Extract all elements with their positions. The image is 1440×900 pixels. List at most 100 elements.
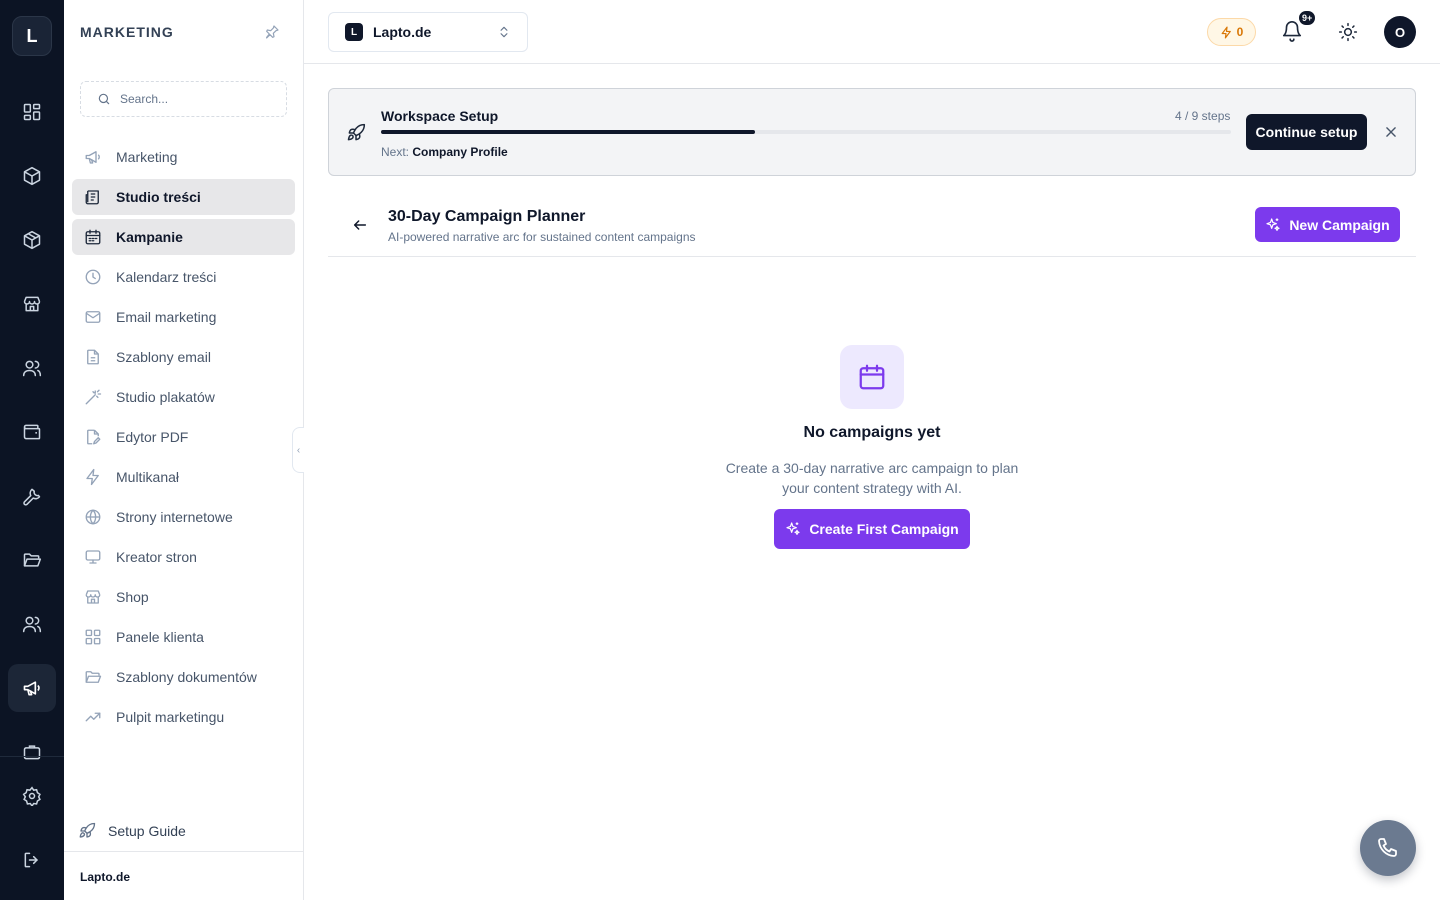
workspace-setup-banner: Workspace Setup 4 / 9 steps Next: Compan… (328, 88, 1416, 176)
logout-icon[interactable] (8, 836, 56, 884)
sidebar-item-multikanal[interactable]: Multikanał (72, 459, 295, 495)
sidebar-item-label: Pulpit marketingu (116, 709, 225, 725)
setup-next-prefix: Next: (381, 145, 410, 159)
sidebar-item-label: Marketing (116, 149, 178, 165)
zap-icon (1221, 25, 1231, 39)
megaphone-icon (85, 151, 100, 164)
create-first-campaign-label: Create First Campaign (809, 521, 959, 537)
notifications-badge: 9+ (1297, 9, 1318, 27)
setup-guide-link[interactable]: Setup Guide (78, 822, 186, 840)
page-title: 30-Day Campaign Planner (388, 208, 586, 225)
rocket-icon (346, 123, 366, 143)
globe-icon (85, 509, 101, 525)
calendar-icon (840, 345, 904, 409)
sidebar-item-kreator-stron[interactable]: Kreator stron (72, 539, 295, 575)
sidebar-item-kampanie[interactable]: Kampanie (72, 219, 295, 255)
sidebar-item-pulpit-marketingu[interactable]: Pulpit marketingu (72, 699, 295, 735)
wallet-icon[interactable] (8, 408, 56, 456)
zap-icon (86, 468, 99, 486)
new-campaign-label: New Campaign (1289, 216, 1390, 233)
sidebar-item-email-marketing[interactable]: Email marketing (72, 299, 295, 335)
setup-steps-count: 4 / 9 steps (1175, 109, 1231, 123)
sidebar-item-edytor-pdf[interactable]: Edytor PDF (72, 419, 295, 455)
wrench-icon[interactable] (8, 472, 56, 520)
setup-next-name: Company Profile (412, 145, 508, 159)
arrow-left-icon[interactable] (352, 217, 368, 233)
folder-icon[interactable] (8, 536, 56, 584)
new-campaign-button[interactable]: New Campaign (1255, 207, 1400, 242)
setup-next-step: Next: Company Profile (381, 145, 508, 159)
grid-icon[interactable] (8, 88, 56, 136)
mail-icon (85, 311, 101, 323)
sidebar-item-label: Edytor PDF (116, 429, 189, 445)
sidebar-item-label: Shop (116, 589, 149, 605)
empty-state-title: No campaigns yet (803, 424, 941, 441)
setup-progress-fill (381, 130, 755, 134)
grid-icon (85, 629, 101, 645)
sun-icon[interactable] (1338, 22, 1358, 42)
package-icon[interactable] (8, 216, 56, 264)
setup-title: Workspace Setup (381, 108, 499, 124)
sidebar-item-label: Studio treści (116, 189, 201, 205)
sidebar-item-label: Kampanie (116, 229, 183, 245)
page-subtitle: AI-powered narrative arc for sustained c… (388, 230, 696, 244)
file-edit-icon (87, 429, 101, 445)
sidebar-item-label: Email marketing (116, 309, 217, 325)
sidebar-item-panele-klienta[interactable]: Panele klienta (72, 619, 295, 655)
megaphone-icon[interactable] (8, 664, 56, 712)
file-text-icon (87, 349, 99, 365)
search-placeholder: Search... (120, 92, 169, 106)
top-bar: L Lapto.de 0 9+ O (304, 0, 1440, 64)
briefcase-icon[interactable] (8, 728, 56, 776)
workspace-selector[interactable]: L Lapto.de (328, 12, 528, 52)
sidebar-item-label: Strony internetowe (116, 509, 233, 525)
chevron-up-down-icon (500, 26, 508, 38)
clock-icon (85, 269, 101, 285)
sidebar-item-marketing[interactable]: Marketing (72, 139, 295, 175)
app-logo[interactable]: L (12, 16, 52, 56)
create-first-campaign-button[interactable]: Create First Campaign (774, 509, 970, 549)
users-icon[interactable] (8, 344, 56, 392)
pin-icon[interactable] (264, 24, 280, 40)
page-header: 30-Day Campaign Planner AI-powered narra… (328, 196, 1416, 257)
store-icon[interactable] (8, 280, 56, 328)
sidebar-collapse-handle[interactable]: ‹ (292, 427, 304, 473)
credits-badge[interactable]: 0 (1207, 18, 1256, 46)
setup-guide-label: Setup Guide (108, 823, 186, 839)
sidebar-item-label: Kalendarz treści (116, 269, 217, 285)
sidebar: MARKETING Search... Marketing Studio tre… (64, 0, 304, 900)
sidebar-nav: Marketing Studio treści Kampanie Kalenda… (72, 139, 295, 739)
search-input[interactable]: Search... (80, 81, 287, 117)
monitor-icon (85, 550, 101, 564)
team-icon[interactable] (8, 600, 56, 648)
avatar[interactable]: O (1384, 16, 1416, 48)
box-icon[interactable] (8, 152, 56, 200)
sidebar-item-studio-tresci[interactable]: Studio treści (72, 179, 295, 215)
rocket-icon (79, 822, 96, 838)
sparkles-icon (786, 522, 800, 535)
wand-icon (85, 389, 102, 405)
rail-divider (0, 756, 64, 757)
sidebar-item-label: Multikanał (116, 469, 180, 485)
search-icon (98, 93, 110, 105)
trending-up-icon (85, 712, 101, 722)
sidebar-item-szablony-email[interactable]: Szablony email (72, 339, 295, 375)
setup-progress-bar (381, 130, 1231, 134)
sidebar-item-label: Kreator stron (116, 549, 197, 565)
sidebar-item-studio-plakatow[interactable]: Studio plakatów (72, 379, 295, 415)
sidebar-item-shop[interactable]: Shop (72, 579, 295, 615)
sidebar-item-strony-internetowe[interactable]: Strony internetowe (72, 499, 295, 535)
workspace-name: Lapto.de (373, 24, 432, 40)
sidebar-item-label: Studio plakatów (116, 389, 215, 405)
continue-setup-button[interactable]: Continue setup (1246, 114, 1367, 150)
sidebar-item-szablony-dokumentow[interactable]: Szablony dokumentów (72, 659, 295, 695)
calendar-icon (85, 229, 101, 245)
sidebar-item-label: Szablony dokumentów (116, 669, 257, 685)
close-icon[interactable] (1384, 125, 1398, 139)
sidebar-heading: MARKETING (80, 24, 174, 40)
sidebar-item-kalendarz[interactable]: Kalendarz treści (72, 259, 295, 295)
phone-icon[interactable] (1360, 820, 1416, 876)
workspace-badge: L (345, 23, 363, 41)
settings-icon[interactable] (8, 772, 56, 820)
icon-rail: L (0, 0, 64, 900)
